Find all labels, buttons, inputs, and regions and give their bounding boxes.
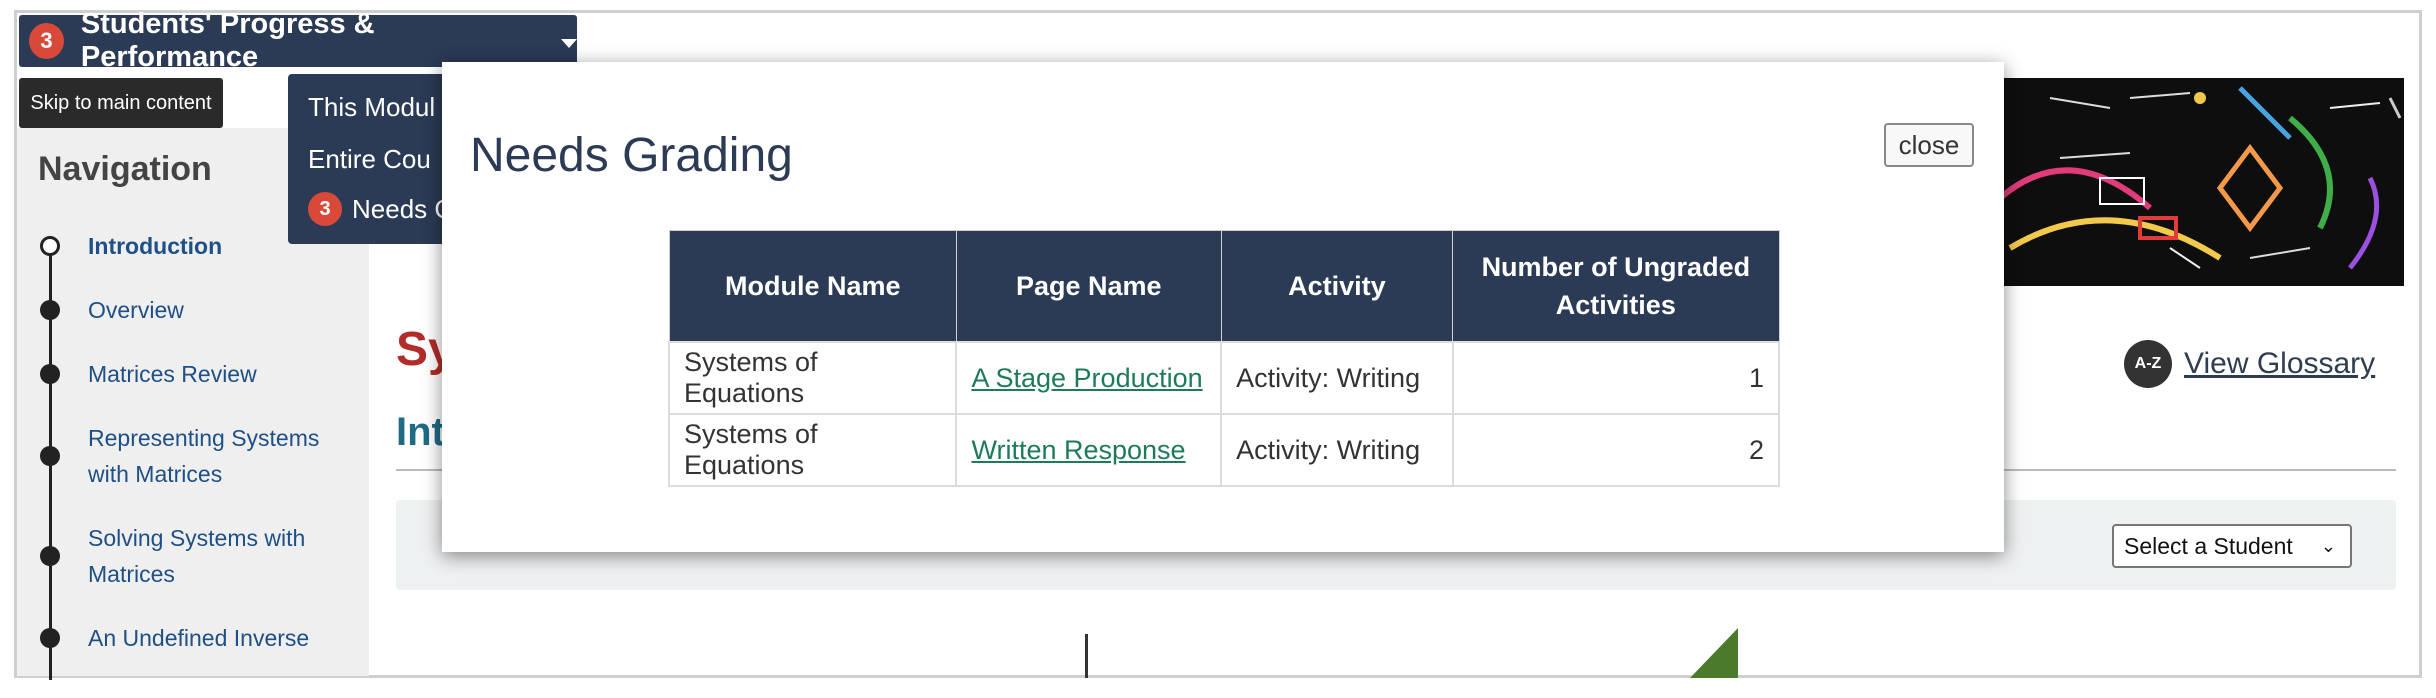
view-glossary-link[interactable]: A-Z View Glossary — [2124, 340, 2375, 388]
cell-ungraded-count: 1 — [1451, 341, 1781, 415]
glossary-label: View Glossary — [2184, 347, 2376, 380]
cell-activity: Activity: Writing — [1220, 413, 1454, 487]
sidebar-item-label: Matrices Review — [88, 361, 257, 387]
skip-to-main-link[interactable]: Skip to main content — [19, 78, 223, 128]
menu-item-entire-course[interactable]: Entire Cou — [308, 144, 431, 175]
menu-item-this-module[interactable]: This Modul — [308, 92, 435, 123]
table-header-row: Module Name Page Name Activity Number of… — [668, 230, 1780, 343]
step-icon — [40, 300, 60, 320]
step-icon — [40, 546, 60, 566]
figure-axis-line — [1085, 634, 1088, 678]
cell-module-name: Systems of Equations — [667, 413, 958, 487]
table-row: Systems of Equations A Stage Production … — [667, 341, 1781, 415]
column-header-ungraded-count: Number of Ungraded Activities — [1452, 230, 1780, 343]
column-header-page-name: Page Name — [955, 230, 1222, 343]
sidebar-item-label: Solving Systems with Matrices — [88, 525, 306, 587]
chevron-down-icon — [561, 38, 577, 48]
sidebar-item-label: Representing Systems with Matrices — [88, 425, 320, 487]
column-header-activity: Activity — [1220, 230, 1454, 343]
notification-badge: 3 — [29, 23, 64, 59]
figure-triangle-shape — [1690, 628, 1738, 678]
step-icon — [40, 446, 60, 466]
needs-grading-modal: Needs Grading close Module Name Page Nam… — [442, 62, 2004, 552]
current-step-icon — [40, 236, 60, 256]
section-subtitle: Int — [396, 410, 445, 454]
table-row: Systems of Equations Written Response Ac… — [667, 413, 1781, 487]
chevron-down-icon: ⌄ — [2320, 536, 2336, 556]
menu-item-label: Needs G — [352, 193, 455, 224]
student-select-dropdown[interactable]: Select a Student ⌄ — [2112, 524, 2352, 568]
cell-page-name: A Stage Production — [955, 341, 1223, 415]
cell-ungraded-count: 2 — [1451, 413, 1781, 487]
cell-module-name: Systems of Equations — [667, 341, 958, 415]
cell-page-name: Written Response — [955, 413, 1223, 487]
sidebar-item-label: Overview — [88, 297, 184, 323]
math-banner-image — [1990, 78, 2404, 286]
step-icon — [40, 628, 60, 648]
progress-menu-button[interactable]: 3 Students' Progress & Performance — [19, 8, 577, 73]
close-button[interactable]: close — [1884, 123, 1974, 167]
student-select-value: Select a Student — [2124, 532, 2293, 559]
sidebar-item-label: An Undefined Inverse — [88, 625, 310, 651]
navigation-heading: Navigation — [38, 150, 212, 188]
modal-title: Needs Grading — [470, 129, 793, 182]
glossary-az-icon: A-Z — [2124, 340, 2172, 388]
needs-grading-table: Module Name Page Name Activity Number of… — [667, 230, 1781, 487]
page-link[interactable]: A Stage Production — [971, 363, 1202, 393]
cell-activity: Activity: Writing — [1220, 341, 1454, 415]
column-header-module-name: Module Name — [668, 230, 957, 343]
menu-item-needs-grading[interactable]: 3 Needs G — [308, 192, 455, 226]
needs-grading-badge: 3 — [308, 192, 342, 226]
step-icon — [40, 364, 60, 384]
page-link[interactable]: Written Response — [971, 435, 1185, 465]
